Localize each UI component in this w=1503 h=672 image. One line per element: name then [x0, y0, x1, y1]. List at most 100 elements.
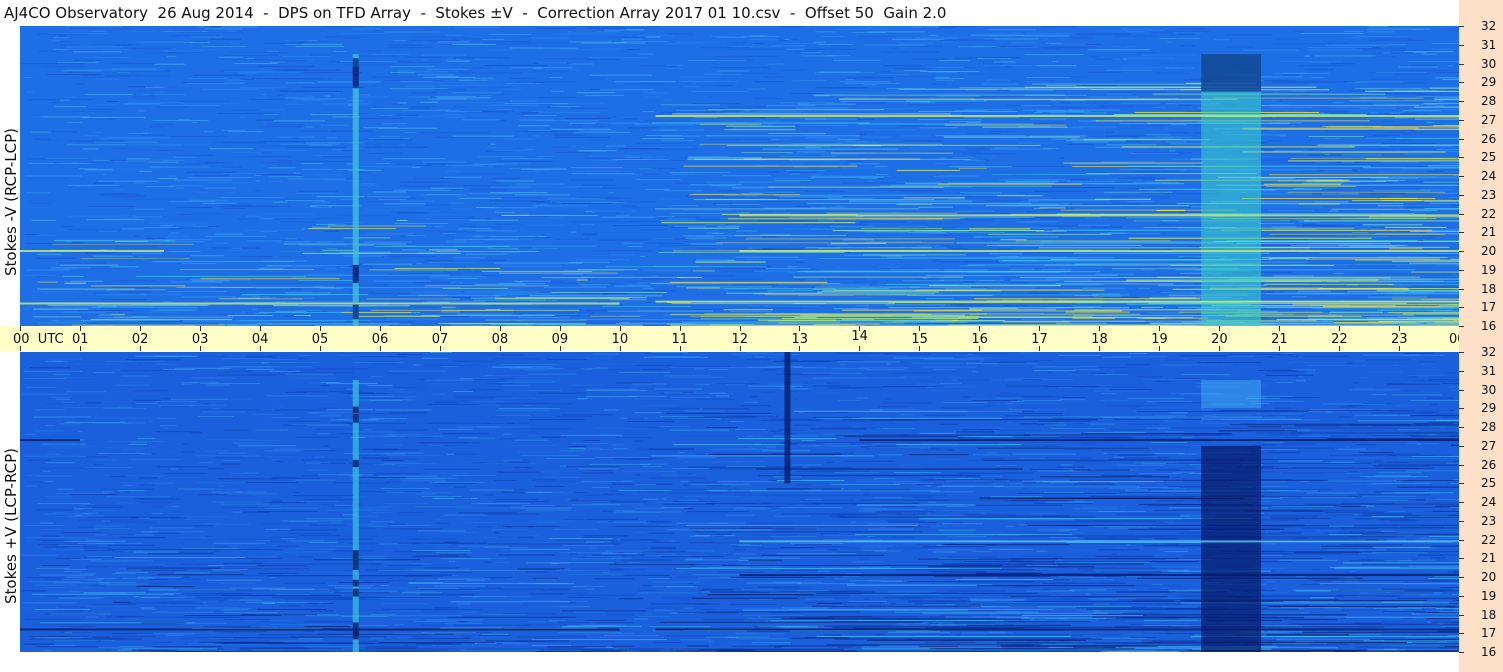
- noise-dash: [1073, 369, 1100, 371]
- freq-band: [655, 115, 1459, 117]
- rfi-line: [322, 249, 356, 251]
- noise-dash: [541, 436, 567, 438]
- rfi-line: [1287, 191, 1446, 193]
- noise-dash: [982, 57, 1021, 59]
- noise-dash: [306, 95, 314, 97]
- rfi-line: [1041, 241, 1223, 243]
- noise-dash: [1321, 548, 1375, 550]
- noise-dash: [918, 515, 969, 516]
- noise-dash: [572, 170, 621, 172]
- noise-dash: [505, 83, 541, 85]
- rfi-line: [424, 285, 549, 287]
- noise-dash: [1335, 81, 1356, 83]
- noise-dash: [729, 544, 752, 545]
- noise-dash: [347, 115, 380, 117]
- noise-dash: [360, 356, 408, 358]
- noise-dash: [413, 177, 452, 179]
- noise-dash: [321, 156, 354, 158]
- rfi-line: [1384, 226, 1447, 228]
- noise-dash: [446, 132, 490, 134]
- noise-dash: [883, 51, 911, 53]
- noise-dash: [85, 93, 133, 95]
- noise-dash: [227, 51, 277, 53]
- noise-dash: [78, 268, 129, 270]
- noise-dash: [713, 279, 763, 281]
- rfi-line: [1403, 290, 1459, 292]
- noise-dash: [338, 582, 390, 584]
- noise-dash: [1368, 82, 1428, 84]
- noise-dash: [408, 637, 471, 639]
- noise-dash: [1391, 49, 1433, 51]
- noise-dash: [557, 301, 599, 303]
- noise-dash: [642, 466, 663, 467]
- noise-dash: [497, 293, 556, 294]
- noise-dash: [721, 175, 771, 177]
- noise-dash: [771, 45, 806, 47]
- noise-dash: [404, 56, 443, 58]
- noise-dash: [1055, 104, 1090, 106]
- rfi-line: [308, 228, 397, 230]
- noise-dash: [319, 288, 344, 289]
- noise-dash: [111, 573, 136, 575]
- noise-dash: [138, 320, 182, 322]
- noise-dash: [1056, 649, 1089, 651]
- noise-dash: [147, 241, 204, 243]
- noise-dash: [737, 545, 762, 547]
- noise-dash: [396, 465, 406, 467]
- noise-dash: [532, 135, 540, 137]
- noise-dash: [122, 448, 145, 450]
- noise-dash: [1152, 584, 1163, 586]
- noise-dash: [331, 149, 342, 151]
- noise-dash: [675, 173, 704, 175]
- noise-dash: [552, 146, 569, 148]
- rfi-line: [687, 158, 866, 160]
- noise-dash: [902, 280, 945, 282]
- noise-dash: [1345, 446, 1350, 448]
- noise-dash: [21, 590, 47, 592]
- noise-dash: [436, 522, 450, 524]
- noise-dash: [884, 353, 931, 355]
- noise-dash: [279, 405, 285, 407]
- noise-dash: [1349, 236, 1372, 238]
- noise-dash: [589, 463, 650, 465]
- noise-dash: [360, 301, 391, 303]
- noise-dash: [1426, 52, 1459, 54]
- noise-dash: [816, 391, 839, 393]
- noise-dash: [224, 370, 253, 372]
- noise-dash: [1100, 161, 1155, 163]
- noise-dash: [1026, 211, 1036, 213]
- noise-dash: [291, 277, 337, 279]
- noise-dash: [937, 303, 943, 305]
- noise-dash: [1420, 93, 1459, 95]
- noise-dash: [529, 419, 585, 421]
- noise-dash: [394, 222, 449, 224]
- noise-dash: [477, 156, 524, 158]
- noise-dash: [737, 566, 782, 568]
- rfi-line: [1439, 306, 1459, 308]
- noise-dash: [805, 498, 823, 500]
- noise-dash: [651, 275, 660, 277]
- noise-dash: [844, 82, 900, 84]
- rfi-line: [227, 315, 273, 316]
- noise-dash: [108, 75, 171, 77]
- noise-dash: [28, 200, 55, 202]
- noise-dash: [424, 230, 466, 232]
- noise-dash: [596, 159, 619, 161]
- noise-dash: [830, 45, 851, 47]
- noise-dash: [149, 259, 179, 261]
- noise-dash: [1288, 355, 1349, 357]
- noise-dash: [431, 276, 487, 278]
- rfi-line: [819, 258, 1078, 259]
- noise-dash: [137, 110, 146, 112]
- noise-dash: [698, 145, 704, 147]
- noise-dash: [138, 255, 144, 257]
- rfi-line: [1030, 118, 1066, 120]
- noise-dash: [589, 210, 636, 212]
- noise-dash: [489, 49, 515, 51]
- noise-dash: [882, 386, 945, 388]
- noise-dash: [638, 589, 657, 591]
- noise-dash: [991, 47, 997, 48]
- noise-dash: [734, 429, 766, 430]
- rfi-line: [396, 220, 408, 221]
- noise-dash: [51, 101, 59, 103]
